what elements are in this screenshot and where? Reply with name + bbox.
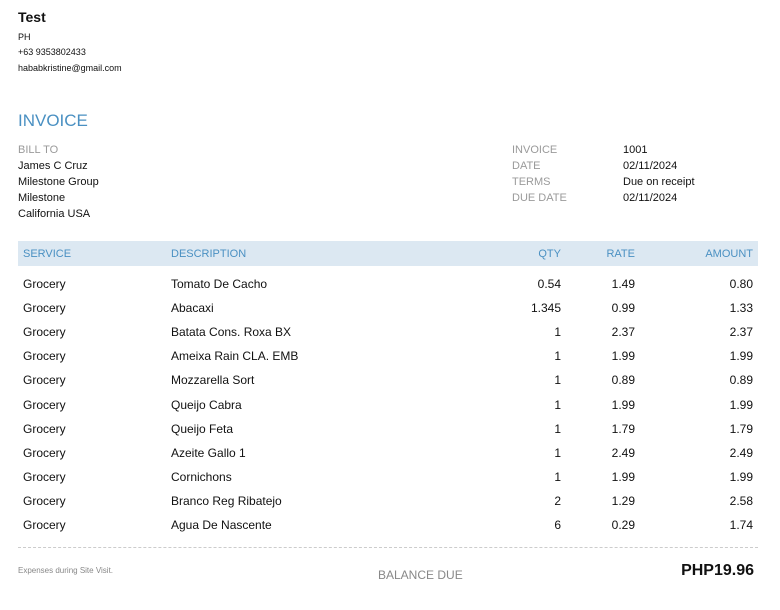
table-row: Grocery Ameixa Rain CLA. EMB 1 1.99 1.99 — [18, 349, 758, 373]
table-row: Grocery Abacaxi 1.345 0.99 1.33 — [18, 301, 758, 325]
cell-rate: 1.99 — [611, 469, 635, 484]
cell-description: Mozzarella Sort — [171, 373, 255, 388]
cell-amount: 0.80 — [729, 277, 753, 291]
cell-description: Abacaxi — [171, 301, 214, 316]
company-name: Test — [18, 9, 46, 25]
cell-description: Queijo Feta — [171, 421, 234, 436]
cell-description: Agua De Nascente — [171, 518, 272, 532]
bill-to-line: James C Cruz — [18, 160, 88, 172]
table-row: Grocery Branco Reg Ribatejo 2 1.29 2.58 — [18, 494, 758, 518]
cell-qty: 2 — [554, 493, 561, 508]
company-country: PH — [18, 32, 31, 42]
company-phone: +63 9353802433 — [18, 47, 86, 57]
cell-rate: 1.99 — [611, 397, 635, 412]
table-row: Grocery Batata Cons. Roxa BX 1 2.37 2.37 — [18, 325, 758, 349]
cell-amount: 2.58 — [729, 493, 753, 508]
cell-rate: 2.37 — [611, 325, 635, 340]
header-description: DESCRIPTION — [171, 248, 247, 260]
cell-service: Grocery — [23, 397, 66, 412]
table-row: Grocery Tomato De Cacho 0.54 1.49 0.80 — [18, 277, 758, 301]
cell-rate: 0.99 — [611, 301, 635, 316]
bill-to-line: California USA — [18, 208, 91, 220]
cell-qty: 6 — [554, 518, 561, 532]
cell-qty: 1 — [554, 469, 561, 484]
cell-qty: 1 — [554, 397, 561, 412]
cell-description: Queijo Cabra — [171, 397, 242, 412]
cell-qty: 1 — [554, 349, 561, 364]
table-row: Grocery Agua De Nascente 6 0.29 1.74 — [18, 518, 758, 542]
cell-description: Cornichons — [171, 469, 232, 484]
cell-service: Grocery — [23, 325, 66, 340]
cell-qty: 1 — [554, 421, 561, 436]
cell-amount: 1.99 — [729, 349, 753, 364]
meta-label: DATE — [512, 160, 541, 172]
meta-value: Due on receipt — [623, 176, 695, 188]
bill-to-label: BILL TO — [18, 144, 59, 156]
cell-service: Grocery — [23, 493, 66, 508]
cell-amount: 1.74 — [729, 518, 753, 532]
cell-amount: 2.37 — [729, 325, 753, 340]
divider — [18, 547, 758, 548]
cell-qty: 1 — [554, 325, 561, 340]
cell-description: Tomato De Cacho — [171, 277, 268, 291]
bill-to-line: Milestone — [18, 192, 66, 204]
cell-service: Grocery — [23, 469, 66, 484]
header-amount: AMOUNT — [705, 248, 753, 260]
cell-rate: 1.49 — [611, 277, 635, 291]
footer-note: Expenses during Site Visit. — [18, 566, 114, 575]
cell-service: Grocery — [23, 349, 66, 364]
meta-value: 02/11/2024 — [623, 160, 678, 172]
table-row: Grocery Azeite Gallo 1 1 2.49 2.49 — [18, 446, 758, 470]
meta-label: TERMS — [512, 176, 551, 188]
header-qty: QTY — [538, 248, 561, 260]
cell-amount: 1.99 — [729, 397, 753, 412]
header-service: SERVICE — [23, 248, 72, 260]
meta-value: 02/11/2024 — [623, 192, 678, 204]
table-header: SERVICE DESCRIPTION QTY RATE AMOUNT — [18, 241, 758, 266]
bill-to-line: Milestone Group — [18, 176, 99, 188]
meta-label: INVOICE — [512, 144, 558, 156]
cell-amount: 2.49 — [729, 445, 753, 460]
table-row: Grocery Mozzarella Sort 1 0.89 0.89 — [18, 373, 758, 397]
cell-amount: 1.33 — [729, 301, 753, 316]
meta-label: DUE DATE — [512, 192, 567, 204]
balance-due-label: BALANCE DUE — [378, 568, 463, 582]
cell-service: Grocery — [23, 373, 66, 388]
cell-rate: 1.99 — [611, 349, 635, 364]
balance-due-value: PHP19.96 — [681, 562, 754, 579]
table-row: Grocery Queijo Cabra 1 1.99 1.99 — [18, 398, 758, 422]
table-row: Grocery Queijo Feta 1 1.79 1.79 — [18, 422, 758, 446]
cell-rate: 1.79 — [611, 421, 635, 436]
company-email: hababkristine@gmail.com — [18, 63, 122, 73]
cell-description: Azeite Gallo 1 — [171, 445, 246, 460]
cell-qty: 1 — [554, 373, 561, 388]
cell-amount: 1.79 — [729, 421, 753, 436]
cell-amount: 1.99 — [729, 469, 753, 484]
cell-rate: 0.29 — [611, 518, 635, 532]
cell-service: Grocery — [23, 301, 66, 316]
cell-qty: 0.54 — [537, 277, 561, 291]
cell-description: Batata Cons. Roxa BX — [171, 325, 292, 340]
cell-qty: 1 — [554, 445, 561, 460]
meta-value: 1001 — [623, 144, 648, 156]
cell-rate: 0.89 — [611, 373, 635, 388]
cell-service: Grocery — [23, 518, 66, 532]
table-row: Grocery Cornichons 1 1.99 1.99 — [18, 470, 758, 494]
cell-description: Ameixa Rain CLA. EMB — [171, 349, 299, 364]
header-rate: RATE — [606, 248, 635, 260]
cell-rate: 1.29 — [611, 493, 635, 508]
cell-amount: 0.89 — [729, 373, 753, 388]
cell-service: Grocery — [23, 277, 66, 291]
cell-service: Grocery — [23, 421, 66, 436]
cell-qty: 1.345 — [530, 301, 561, 316]
cell-description: Branco Reg Ribatejo — [171, 493, 282, 508]
invoice-title: INVOICE — [18, 111, 88, 130]
cell-service: Grocery — [23, 445, 66, 460]
cell-rate: 2.49 — [611, 445, 635, 460]
